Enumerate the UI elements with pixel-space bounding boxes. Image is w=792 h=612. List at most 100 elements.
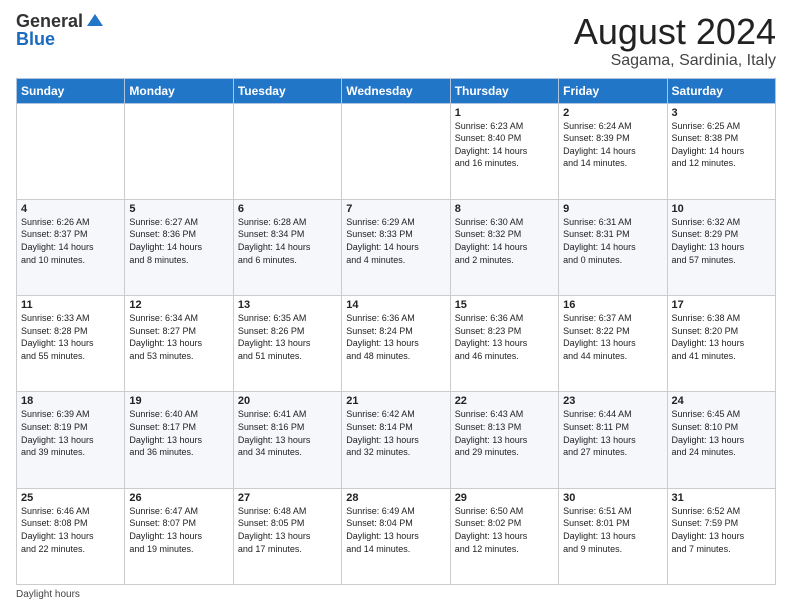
day-number: 17 (672, 299, 771, 311)
day-info: Sunrise: 6:36 AM Sunset: 8:23 PM Dayligh… (455, 312, 554, 362)
month-title: August 2024 (574, 12, 776, 52)
footer: Daylight hours (16, 589, 776, 600)
location: Sagama, Sardinia, Italy (574, 52, 776, 70)
weekday-header-monday: Monday (125, 78, 233, 103)
day-number: 3 (672, 107, 771, 119)
day-number: 19 (129, 395, 228, 407)
day-number: 5 (129, 203, 228, 215)
day-number: 15 (455, 299, 554, 311)
calendar-cell: 4Sunrise: 6:26 AM Sunset: 8:37 PM Daylig… (17, 199, 125, 295)
calendar-cell: 16Sunrise: 6:37 AM Sunset: 8:22 PM Dayli… (559, 296, 667, 392)
day-info: Sunrise: 6:30 AM Sunset: 8:32 PM Dayligh… (455, 216, 554, 266)
calendar-cell: 25Sunrise: 6:46 AM Sunset: 8:08 PM Dayli… (17, 488, 125, 584)
day-info: Sunrise: 6:48 AM Sunset: 8:05 PM Dayligh… (238, 505, 337, 555)
day-number: 10 (672, 203, 771, 215)
day-info: Sunrise: 6:29 AM Sunset: 8:33 PM Dayligh… (346, 216, 445, 266)
calendar-cell: 8Sunrise: 6:30 AM Sunset: 8:32 PM Daylig… (450, 199, 558, 295)
calendar-cell: 23Sunrise: 6:44 AM Sunset: 8:11 PM Dayli… (559, 392, 667, 488)
weekday-header-friday: Friday (559, 78, 667, 103)
calendar-cell: 21Sunrise: 6:42 AM Sunset: 8:14 PM Dayli… (342, 392, 450, 488)
day-number: 20 (238, 395, 337, 407)
calendar-cell: 7Sunrise: 6:29 AM Sunset: 8:33 PM Daylig… (342, 199, 450, 295)
calendar-cell: 3Sunrise: 6:25 AM Sunset: 8:38 PM Daylig… (667, 103, 775, 199)
day-number: 1 (455, 107, 554, 119)
calendar-cell: 28Sunrise: 6:49 AM Sunset: 8:04 PM Dayli… (342, 488, 450, 584)
calendar-cell: 6Sunrise: 6:28 AM Sunset: 8:34 PM Daylig… (233, 199, 341, 295)
weekday-header-tuesday: Tuesday (233, 78, 341, 103)
logo: General Blue (16, 12, 105, 50)
calendar-cell (233, 103, 341, 199)
calendar-cell: 17Sunrise: 6:38 AM Sunset: 8:20 PM Dayli… (667, 296, 775, 392)
day-info: Sunrise: 6:43 AM Sunset: 8:13 PM Dayligh… (455, 408, 554, 458)
day-info: Sunrise: 6:42 AM Sunset: 8:14 PM Dayligh… (346, 408, 445, 458)
calendar-table: SundayMondayTuesdayWednesdayThursdayFrid… (16, 78, 776, 585)
calendar-cell (125, 103, 233, 199)
day-info: Sunrise: 6:50 AM Sunset: 8:02 PM Dayligh… (455, 505, 554, 555)
day-number: 18 (21, 395, 120, 407)
calendar-cell: 12Sunrise: 6:34 AM Sunset: 8:27 PM Dayli… (125, 296, 233, 392)
day-info: Sunrise: 6:32 AM Sunset: 8:29 PM Dayligh… (672, 216, 771, 266)
day-info: Sunrise: 6:45 AM Sunset: 8:10 PM Dayligh… (672, 408, 771, 458)
day-number: 4 (21, 203, 120, 215)
calendar-cell (342, 103, 450, 199)
day-number: 13 (238, 299, 337, 311)
calendar-cell: 2Sunrise: 6:24 AM Sunset: 8:39 PM Daylig… (559, 103, 667, 199)
day-info: Sunrise: 6:52 AM Sunset: 7:59 PM Dayligh… (672, 505, 771, 555)
day-info: Sunrise: 6:38 AM Sunset: 8:20 PM Dayligh… (672, 312, 771, 362)
day-number: 16 (563, 299, 662, 311)
calendar-cell: 10Sunrise: 6:32 AM Sunset: 8:29 PM Dayli… (667, 199, 775, 295)
day-info: Sunrise: 6:25 AM Sunset: 8:38 PM Dayligh… (672, 120, 771, 170)
day-info: Sunrise: 6:27 AM Sunset: 8:36 PM Dayligh… (129, 216, 228, 266)
day-number: 11 (21, 299, 120, 311)
day-info: Sunrise: 6:35 AM Sunset: 8:26 PM Dayligh… (238, 312, 337, 362)
day-info: Sunrise: 6:40 AM Sunset: 8:17 PM Dayligh… (129, 408, 228, 458)
day-number: 27 (238, 492, 337, 504)
page: General Blue August 2024 Sagama, Sardini… (0, 0, 792, 612)
calendar-cell: 5Sunrise: 6:27 AM Sunset: 8:36 PM Daylig… (125, 199, 233, 295)
calendar-cell: 27Sunrise: 6:48 AM Sunset: 8:05 PM Dayli… (233, 488, 341, 584)
day-number: 14 (346, 299, 445, 311)
day-info: Sunrise: 6:47 AM Sunset: 8:07 PM Dayligh… (129, 505, 228, 555)
day-info: Sunrise: 6:36 AM Sunset: 8:24 PM Dayligh… (346, 312, 445, 362)
day-info: Sunrise: 6:41 AM Sunset: 8:16 PM Dayligh… (238, 408, 337, 458)
day-number: 6 (238, 203, 337, 215)
day-number: 31 (672, 492, 771, 504)
day-number: 28 (346, 492, 445, 504)
day-number: 21 (346, 395, 445, 407)
day-info: Sunrise: 6:33 AM Sunset: 8:28 PM Dayligh… (21, 312, 120, 362)
calendar-cell: 20Sunrise: 6:41 AM Sunset: 8:16 PM Dayli… (233, 392, 341, 488)
day-info: Sunrise: 6:44 AM Sunset: 8:11 PM Dayligh… (563, 408, 662, 458)
day-info: Sunrise: 6:49 AM Sunset: 8:04 PM Dayligh… (346, 505, 445, 555)
calendar-cell: 15Sunrise: 6:36 AM Sunset: 8:23 PM Dayli… (450, 296, 558, 392)
calendar-cell: 11Sunrise: 6:33 AM Sunset: 8:28 PM Dayli… (17, 296, 125, 392)
day-number: 7 (346, 203, 445, 215)
calendar-cell (17, 103, 125, 199)
day-number: 30 (563, 492, 662, 504)
calendar-cell: 29Sunrise: 6:50 AM Sunset: 8:02 PM Dayli… (450, 488, 558, 584)
day-info: Sunrise: 6:37 AM Sunset: 8:22 PM Dayligh… (563, 312, 662, 362)
day-info: Sunrise: 6:28 AM Sunset: 8:34 PM Dayligh… (238, 216, 337, 266)
calendar-cell: 22Sunrise: 6:43 AM Sunset: 8:13 PM Dayli… (450, 392, 558, 488)
logo-icon (85, 10, 105, 30)
title-block: August 2024 Sagama, Sardinia, Italy (574, 12, 776, 70)
weekday-header-thursday: Thursday (450, 78, 558, 103)
calendar-cell: 14Sunrise: 6:36 AM Sunset: 8:24 PM Dayli… (342, 296, 450, 392)
weekday-header-sunday: Sunday (17, 78, 125, 103)
day-number: 8 (455, 203, 554, 215)
day-number: 25 (21, 492, 120, 504)
day-number: 22 (455, 395, 554, 407)
daylight-label: Daylight hours (16, 589, 80, 600)
day-info: Sunrise: 6:46 AM Sunset: 8:08 PM Dayligh… (21, 505, 120, 555)
day-number: 26 (129, 492, 228, 504)
logo-text-blue: Blue (16, 30, 55, 50)
day-info: Sunrise: 6:26 AM Sunset: 8:37 PM Dayligh… (21, 216, 120, 266)
calendar-cell: 31Sunrise: 6:52 AM Sunset: 7:59 PM Dayli… (667, 488, 775, 584)
day-number: 29 (455, 492, 554, 504)
day-info: Sunrise: 6:51 AM Sunset: 8:01 PM Dayligh… (563, 505, 662, 555)
calendar-cell: 13Sunrise: 6:35 AM Sunset: 8:26 PM Dayli… (233, 296, 341, 392)
day-number: 9 (563, 203, 662, 215)
day-info: Sunrise: 6:34 AM Sunset: 8:27 PM Dayligh… (129, 312, 228, 362)
calendar-cell: 24Sunrise: 6:45 AM Sunset: 8:10 PM Dayli… (667, 392, 775, 488)
day-info: Sunrise: 6:23 AM Sunset: 8:40 PM Dayligh… (455, 120, 554, 170)
weekday-header-saturday: Saturday (667, 78, 775, 103)
